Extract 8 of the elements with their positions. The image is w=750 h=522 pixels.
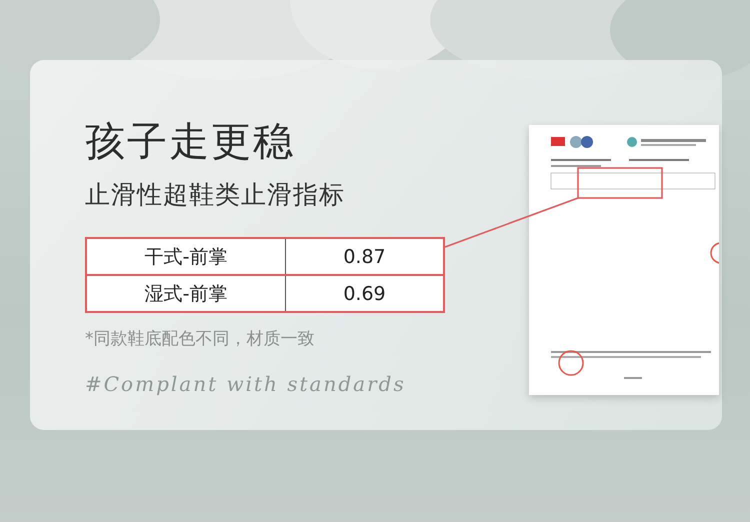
subheading: 止滑性超鞋类止滑指标 [85, 179, 346, 211]
headline: 孩子走更稳 [85, 120, 296, 164]
table-cell-text: 干式-前掌 [144, 244, 228, 270]
table-cell: 0.69 [285, 276, 443, 311]
footnote: *同款鞋底配色不同，材质一致 [85, 328, 316, 350]
script-text: #Complant with standards [85, 372, 407, 396]
table-cell: 0.87 [285, 239, 443, 274]
table-cell-text: 湿式-前掌 [144, 282, 228, 306]
